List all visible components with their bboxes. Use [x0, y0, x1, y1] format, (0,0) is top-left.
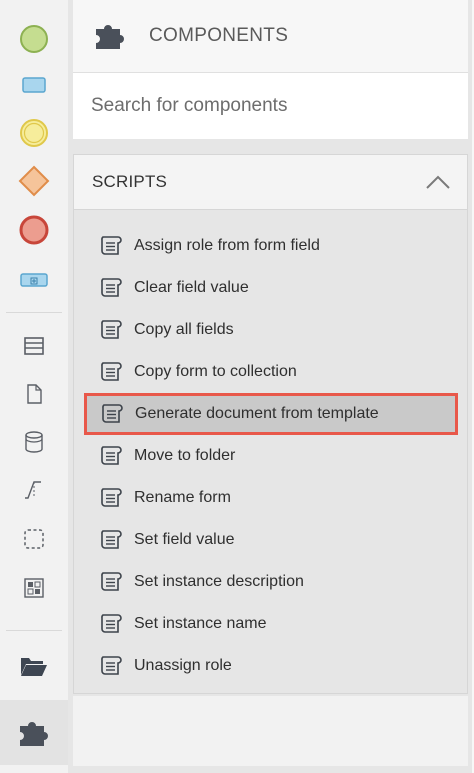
element-toolbar [0, 0, 69, 773]
script-scroll-icon [101, 362, 122, 381]
search-container [73, 73, 468, 139]
script-item-label: Set field value [134, 531, 235, 548]
annotation-icon [25, 481, 41, 499]
script-item-label: Unassign role [134, 657, 232, 674]
yellow-circle-icon [20, 119, 48, 147]
scripts-section: SCRIPTS Assign role from form field Clea… [73, 154, 468, 694]
scripts-section-header[interactable]: SCRIPTS [74, 155, 467, 210]
image-tool[interactable] [0, 565, 68, 611]
script-item-unassign-role[interactable]: Unassign role [74, 645, 467, 687]
components-panel: COMPONENTS SCRIPTS Assign role from form… [68, 0, 474, 773]
blue-rectangle-icon [22, 77, 46, 93]
script-scroll-icon [101, 446, 122, 465]
script-item-assign-role-from-form-field[interactable]: Assign role from form field [74, 225, 467, 267]
script-item-set-field-value[interactable]: Set field value [74, 519, 467, 561]
group-tool[interactable] [0, 516, 68, 562]
script-item-set-instance-description[interactable]: Set instance description [74, 561, 467, 603]
script-item-rename-form[interactable]: Rename form [74, 477, 467, 519]
folder-tool[interactable] [0, 643, 68, 689]
script-scroll-icon [101, 278, 122, 297]
script-scroll-icon [101, 488, 122, 507]
puzzle-icon [20, 721, 48, 746]
script-scroll-icon [101, 572, 122, 591]
script-item-set-instance-name[interactable]: Set instance name [74, 603, 467, 645]
subprocess-tool[interactable] [0, 257, 68, 303]
dashed-square-icon [24, 529, 44, 549]
orange-diamond-icon [18, 165, 50, 197]
data-store-tool[interactable] [0, 419, 68, 465]
script-item-label: Set instance description [134, 573, 304, 590]
start-event-tool[interactable] [0, 16, 68, 62]
intermediate-event-tool[interactable] [0, 110, 68, 156]
script-item-label: Rename form [134, 489, 231, 506]
script-scroll-icon [101, 656, 122, 675]
script-item-label: Copy form to collection [134, 363, 297, 380]
components-header: COMPONENTS [73, 0, 468, 73]
annotation-tool[interactable] [0, 467, 68, 513]
pool-tool[interactable] [0, 323, 68, 369]
script-scroll-icon [101, 530, 122, 549]
script-scroll-icon [101, 320, 122, 339]
chevron-up-icon[interactable] [425, 174, 451, 190]
search-input[interactable] [91, 95, 451, 117]
script-item-generate-document-from-template[interactable]: Generate document from template [84, 393, 458, 435]
script-item-label: Generate document from template [135, 405, 379, 422]
end-event-tool[interactable] [0, 207, 68, 253]
script-item-copy-form-to-collection[interactable]: Copy form to collection [74, 351, 467, 393]
scripts-section-title: SCRIPTS [92, 172, 168, 191]
components-title: COMPONENTS [149, 25, 289, 46]
script-item-label: Set instance name [134, 615, 267, 632]
image-icon [24, 578, 44, 598]
scripts-list: Assign role from form field Clear field … [74, 225, 467, 687]
database-icon [25, 431, 43, 453]
script-item-move-to-folder[interactable]: Move to folder [74, 435, 467, 477]
gateway-tool[interactable] [0, 158, 68, 204]
script-item-label: Copy all fields [134, 321, 234, 338]
toolbar-divider [6, 630, 62, 631]
blue-subprocess-icon [20, 273, 48, 287]
script-scroll-icon [102, 404, 123, 423]
task-tool[interactable] [0, 62, 68, 108]
red-circle-icon [19, 215, 49, 245]
green-circle-icon [20, 25, 48, 53]
data-object-tool[interactable] [0, 371, 68, 417]
folder-open-icon [21, 658, 47, 676]
pool-icon [24, 337, 44, 355]
panel-footer [73, 696, 468, 766]
components-toggle-button[interactable] [0, 700, 68, 765]
toolbar-divider [6, 312, 62, 313]
script-item-clear-field-value[interactable]: Clear field value [74, 267, 467, 309]
script-item-label: Assign role from form field [134, 237, 320, 254]
script-item-label: Move to folder [134, 447, 236, 464]
script-item-copy-all-fields[interactable]: Copy all fields [74, 309, 467, 351]
document-icon [27, 384, 42, 404]
script-item-label: Clear field value [134, 279, 249, 296]
script-scroll-icon [101, 236, 122, 255]
puzzle-icon [96, 25, 124, 49]
script-scroll-icon [101, 614, 122, 633]
